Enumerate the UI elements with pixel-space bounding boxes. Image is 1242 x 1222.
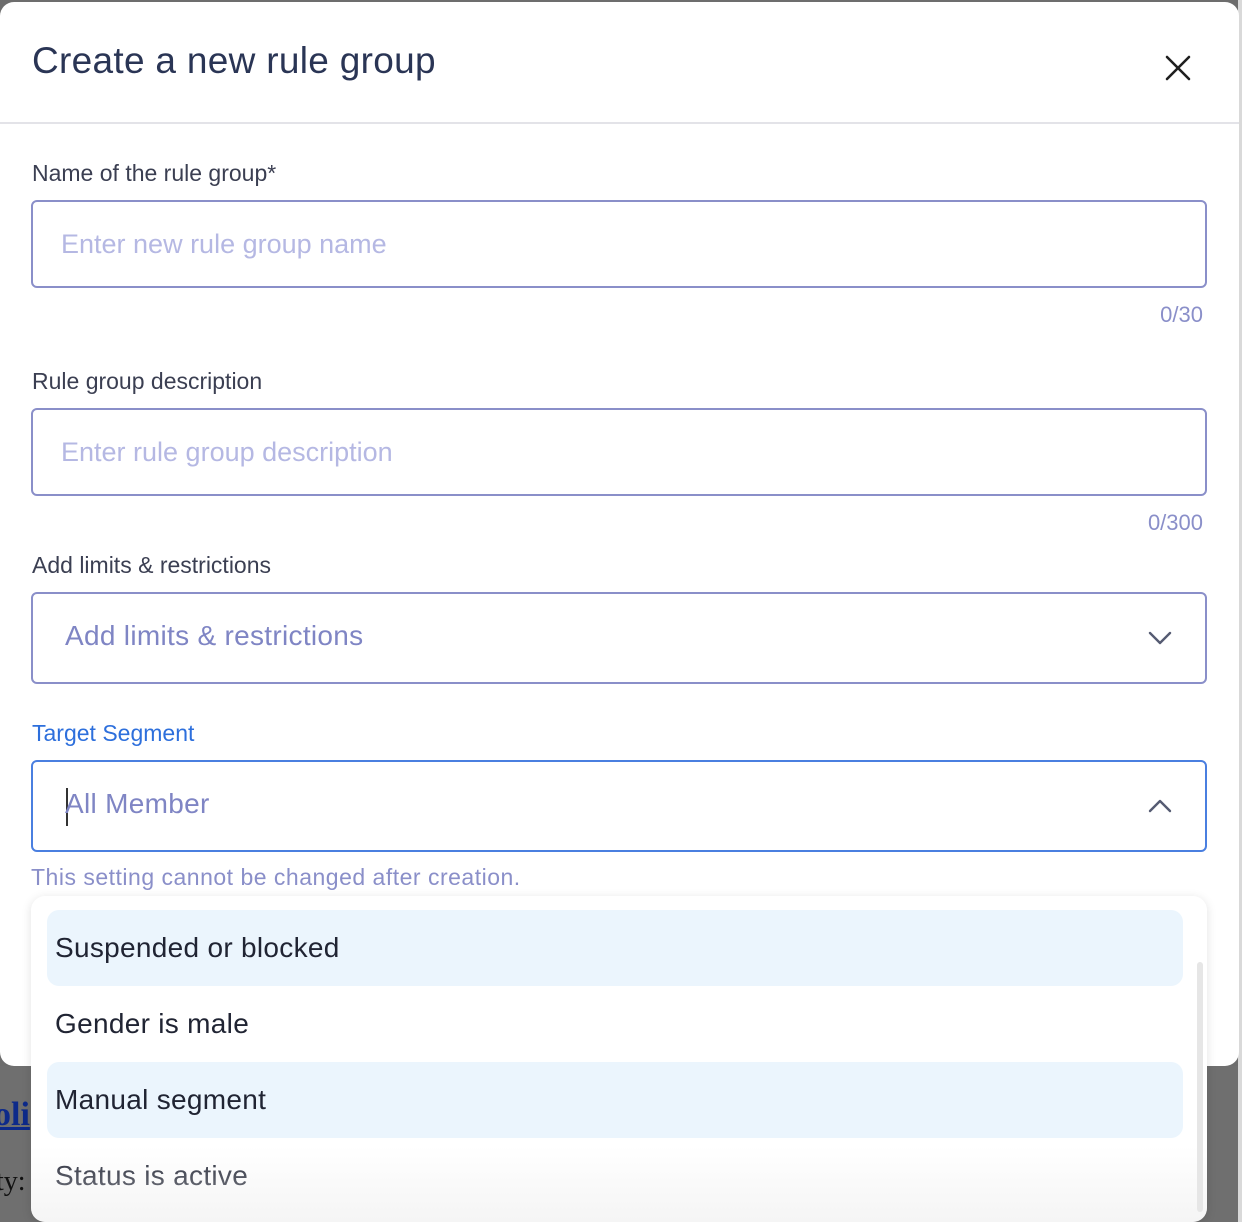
description-label: Rule group description — [32, 368, 263, 394]
close-icon — [1165, 55, 1191, 81]
modal-header: Create a new rule group — [0, 2, 1239, 124]
background-label: ty: — [0, 1166, 26, 1197]
name-label: Name of the rule group* — [32, 160, 277, 186]
segment-option-label: Suspended or blocked — [55, 932, 340, 963]
target-segment-select[interactable]: All Member — [31, 760, 1207, 852]
target-segment-label: Target Segment — [32, 720, 195, 746]
name-input[interactable] — [61, 202, 1161, 286]
description-char-counter: 0/300 — [1147, 510, 1203, 535]
name-field[interactable] — [31, 200, 1207, 288]
name-char-counter: 0/30 — [1160, 302, 1203, 327]
chevron-up-icon — [1148, 799, 1172, 813]
segment-dropdown-menu: Suspended or blocked Gender is male Manu… — [31, 896, 1207, 1222]
target-segment-value: All Member — [65, 788, 210, 819]
close-button[interactable] — [1158, 48, 1198, 88]
description-field[interactable] — [31, 408, 1207, 496]
modal-title: Create a new rule group — [32, 40, 436, 81]
segment-option-label: Status is active — [55, 1160, 249, 1191]
segment-option[interactable]: Gender is male — [47, 986, 1183, 1062]
limits-select[interactable]: Add limits & restrictions — [31, 592, 1207, 684]
background-link[interactable]: oli — [0, 1096, 30, 1134]
segment-option[interactable]: Suspended or blocked — [47, 910, 1183, 986]
description-input[interactable] — [61, 410, 1161, 494]
segment-option-label: Gender is male — [55, 1008, 250, 1039]
chevron-down-icon — [1148, 631, 1172, 645]
limits-label: Add limits & restrictions — [32, 552, 272, 578]
dropdown-scrollbar[interactable] — [1197, 962, 1203, 1212]
segment-option[interactable]: Status is active — [47, 1138, 1183, 1214]
target-segment-hint: This setting cannot be changed after cre… — [31, 864, 521, 890]
segment-option[interactable]: Manual segment — [47, 1062, 1183, 1138]
limits-select-placeholder: Add limits & restrictions — [65, 620, 364, 651]
segment-option-label: Manual segment — [55, 1084, 267, 1115]
